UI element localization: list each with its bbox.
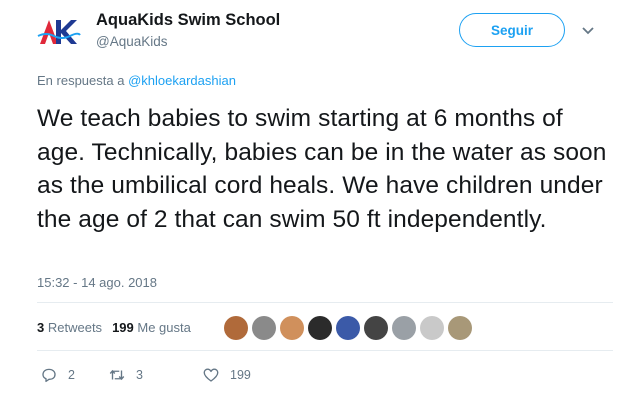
aquakids-logo-icon [37, 20, 81, 44]
tweet-text: We teach babies to swim starting at 6 mo… [37, 105, 607, 233]
reply-button[interactable]: 2 [40, 366, 108, 384]
heart-icon [203, 368, 219, 382]
liker-avatar[interactable] [448, 316, 472, 340]
divider [37, 302, 613, 303]
retweets-count: 3 [37, 320, 45, 335]
liker-avatar[interactable] [280, 316, 304, 340]
account-handle[interactable]: @AquaKids [96, 34, 168, 49]
retweets-stat[interactable]: 3 Retweets [37, 320, 102, 335]
likes-label: Me gusta [137, 320, 191, 335]
reply-prefix: En respuesta a [37, 73, 125, 88]
retweet-icon [109, 369, 125, 381]
tweet-stats: 3 Retweets 199 Me gusta [37, 320, 191, 335]
retweet-button[interactable]: 3 [108, 366, 202, 384]
like-count: 199 [230, 368, 251, 382]
liker-avatar[interactable] [336, 316, 360, 340]
reply-context: En respuesta a @khloekardashian [37, 73, 236, 88]
account-display-name[interactable]: AquaKids Swim School [96, 11, 280, 30]
chevron-down-icon[interactable] [580, 24, 596, 36]
retweet-count: 3 [136, 368, 143, 382]
reply-count: 2 [68, 368, 75, 382]
account-logo[interactable] [36, 14, 82, 48]
liker-avatar[interactable] [364, 316, 388, 340]
divider [37, 350, 613, 351]
likes-count: 199 [112, 320, 134, 335]
liker-avatar[interactable] [392, 316, 416, 340]
liker-avatar[interactable] [252, 316, 276, 340]
reply-icon [42, 368, 56, 383]
retweets-label: Retweets [47, 320, 103, 335]
follow-button[interactable]: Seguir [459, 13, 565, 47]
like-button[interactable]: 199 [202, 366, 251, 384]
liker-avatar[interactable] [420, 316, 444, 340]
liker-avatar[interactable] [308, 316, 332, 340]
liker-avatars [224, 316, 472, 340]
liker-avatar[interactable] [224, 316, 248, 340]
tweet-actions: 2 3 199 [40, 366, 251, 384]
reply-mention-link[interactable]: @khloekardashian [128, 73, 236, 88]
tweet-timestamp[interactable]: 15:32 - 14 ago. 2018 [37, 275, 157, 290]
likes-stat[interactable]: 199 Me gusta [112, 320, 191, 335]
